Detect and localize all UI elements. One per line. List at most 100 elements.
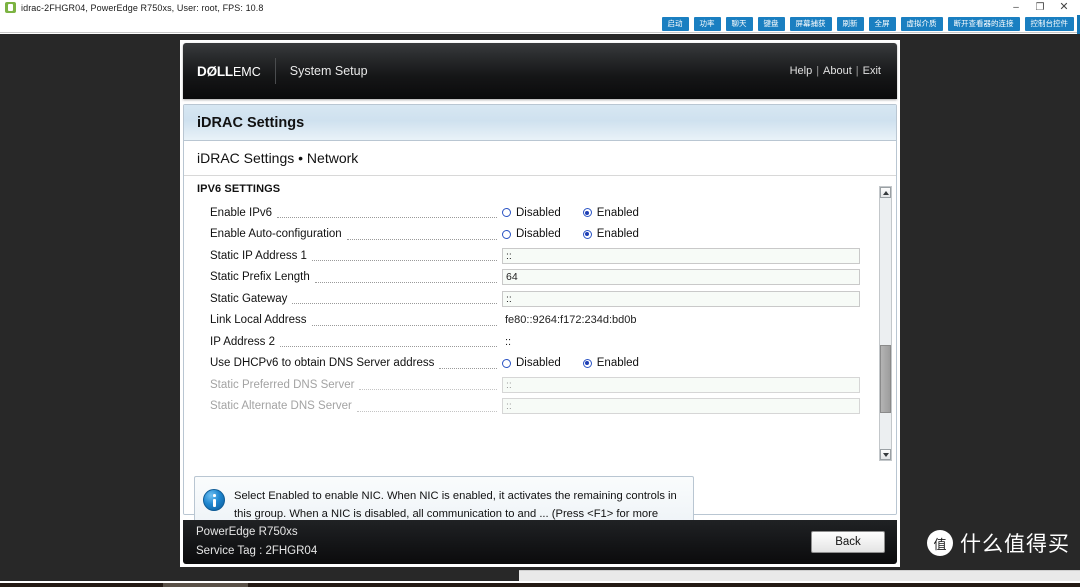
control-static-gateway: ::	[502, 290, 882, 307]
leader-dots	[439, 367, 497, 369]
control-static-ip-address-1: ::	[502, 247, 882, 264]
dell-emc-logo: D Ø LL EMC	[183, 64, 261, 79]
radio-group-dhcpv6-dns: Disabled Enabled	[502, 357, 639, 369]
radio-label: Enabled	[596, 206, 639, 219]
server-model: PowerEdge R750xs	[196, 526, 298, 539]
info-icon	[203, 489, 225, 511]
radio-circle-selected-icon	[582, 358, 592, 368]
boot-button[interactable]: 启动	[661, 17, 689, 31]
label-ip-address-2: IP Address 2	[210, 335, 275, 348]
chevron-up-icon	[882, 190, 889, 195]
radio-enable-ipv6-disabled[interactable]: Disabled	[502, 207, 561, 219]
minimize-button[interactable]: –	[1004, 0, 1028, 15]
radio-group-enable-ipv6: Disabled Enabled	[502, 207, 639, 219]
radio-auto-config-enabled[interactable]: Enabled	[582, 228, 639, 240]
bios-header: D Ø LL EMC System Setup Help | About | Exit	[183, 43, 897, 99]
smzdm-badge-icon: 值	[927, 530, 953, 556]
bios-footer: PowerEdge R750xs Service Tag : 2FHGR04 B…	[183, 520, 897, 564]
remote-desktop-surface[interactable]: D Ø LL EMC System Setup Help | About | Exit…	[0, 34, 1080, 570]
row-static-alternate-dns-server: Static Alternate DNS Server ::	[184, 396, 896, 418]
console-toolbar-buttons: 启动 功率 聊天 键盘 屏幕捕获 刷新 全屏 虚拟介质 断开查看器的连接 控制台…	[661, 17, 1074, 31]
row-use-dhcpv6-dns: Use DHCPv6 to obtain DNS Server address …	[184, 353, 896, 375]
label-static-alternate-dns-server: Static Alternate DNS Server	[210, 400, 352, 413]
row-enable-auto-configuration: Enable Auto-configuration Disabled Enabl…	[184, 224, 896, 246]
power-button[interactable]: 功率	[693, 17, 721, 31]
settings-form: IPV6 SETTINGS Enable IPv6 Disabled Enabl…	[184, 176, 896, 514]
restore-button[interactable]: ❐	[1028, 0, 1052, 15]
static-ip-address-1-input[interactable]: ::	[502, 247, 860, 264]
virtual-media-button[interactable]: 虚拟介质	[900, 17, 943, 31]
static-alternate-dns-server-input: ::	[502, 398, 860, 415]
window-titlebar: idrac-2FHGR04, PowerEdge R750xs, User: r…	[0, 0, 1080, 15]
section-header-ipv6: IPV6 SETTINGS	[197, 183, 281, 195]
console-controls-button[interactable]: 控制台控件	[1024, 17, 1074, 31]
system-setup-title: System Setup	[289, 64, 368, 78]
control-static-prefix-length: 64	[502, 269, 882, 286]
os-bottom-bar	[0, 570, 1080, 587]
link-separator-1: |	[816, 65, 820, 77]
label-link-local-address: Link Local Address	[210, 314, 307, 327]
taskbar-strip	[0, 583, 1080, 587]
service-tag: Service Tag : 2FHGR04	[196, 545, 318, 557]
close-button[interactable]: ✕	[1052, 0, 1076, 15]
leader-dots	[292, 303, 497, 305]
control-ip-address-2: ::	[502, 336, 882, 348]
exit-link[interactable]: Exit	[863, 65, 881, 77]
label-static-preferred-dns-server: Static Preferred DNS Server	[210, 378, 355, 391]
radio-dhcpv6-dns-disabled[interactable]: Disabled	[502, 357, 561, 369]
window-controls: – ❐ ✕	[1004, 0, 1076, 15]
row-ip-address-2: IP Address 2 ::	[184, 331, 896, 353]
logo-slash-e: Ø	[206, 63, 218, 79]
watermark-text: 什么值得买	[960, 532, 1070, 556]
ip-address-2-value: ::	[505, 335, 512, 348]
taskbar-nub	[163, 583, 248, 587]
control-enable-auto-configuration: Disabled Enabled	[502, 228, 882, 240]
radio-circle-icon	[502, 229, 511, 239]
taskbar-dark-segment	[0, 570, 519, 581]
scroll-up-button[interactable]	[880, 187, 891, 198]
radio-label: Disabled	[516, 357, 561, 370]
row-static-prefix-length: Static Prefix Length 64	[184, 267, 896, 289]
static-gateway-input[interactable]: ::	[502, 290, 860, 307]
taskbar-light-segment	[519, 570, 1080, 581]
scrollbar-thumb[interactable]	[880, 345, 891, 413]
window-title: idrac-2FHGR04, PowerEdge R750xs, User: r…	[21, 2, 264, 13]
static-prefix-length-input[interactable]: 64	[502, 269, 860, 286]
radio-auto-config-disabled[interactable]: Disabled	[502, 228, 561, 240]
control-static-preferred-dns-server: ::	[502, 376, 882, 393]
row-link-local-address: Link Local Address fe80::9264:f172:234d:…	[184, 310, 896, 332]
back-button[interactable]: Back	[811, 531, 885, 553]
radio-dhcpv6-dns-enabled[interactable]: Enabled	[582, 357, 639, 369]
keyboard-button[interactable]: 键盘	[757, 17, 785, 31]
breadcrumb: iDRAC Settings • Network	[184, 141, 896, 176]
refresh-button[interactable]: 刷新	[836, 17, 864, 31]
label-enable-ipv6: Enable IPv6	[210, 206, 273, 219]
leader-dots	[311, 324, 497, 326]
radio-circle-icon	[502, 358, 511, 368]
link-separator-2: |	[855, 65, 859, 77]
radio-group-auto-config: Disabled Enabled	[502, 228, 639, 240]
chevron-down-icon	[882, 452, 889, 457]
leader-dots	[280, 346, 497, 348]
virtual-console-toolbar: 启动 功率 聊天 键盘 屏幕捕获 刷新 全屏 虚拟介质 断开查看器的连接 控制台…	[0, 15, 1080, 48]
settings-scrollbar[interactable]	[879, 186, 892, 461]
chat-button[interactable]: 聊天	[725, 17, 753, 31]
leader-dots	[311, 260, 497, 262]
screen-capture-button[interactable]: 屏幕捕获	[789, 17, 832, 31]
logo-d: D	[197, 63, 207, 79]
scroll-down-button[interactable]	[880, 449, 891, 460]
idrac-settings-panel: iDRAC Settings iDRAC Settings • Network …	[183, 104, 897, 515]
about-link[interactable]: About	[823, 65, 852, 77]
help-link[interactable]: Help	[790, 65, 813, 77]
label-use-dhcpv6-dns: Use DHCPv6 to obtain DNS Server address	[210, 357, 435, 370]
row-static-ip-address-1: Static IP Address 1 ::	[184, 245, 896, 267]
leader-dots	[277, 217, 497, 219]
disconnect-viewer-button[interactable]: 断开查看器的连接	[947, 17, 1020, 31]
control-use-dhcpv6-dns: Disabled Enabled	[502, 357, 882, 369]
leader-dots	[314, 281, 497, 283]
radio-circle-selected-icon	[582, 229, 592, 239]
screen-root: idrac-2FHGR04, PowerEdge R750xs, User: r…	[0, 0, 1080, 587]
leader-dots	[359, 389, 497, 391]
fullscreen-button[interactable]: 全屏	[868, 17, 896, 31]
radio-enable-ipv6-enabled[interactable]: Enabled	[582, 206, 639, 219]
